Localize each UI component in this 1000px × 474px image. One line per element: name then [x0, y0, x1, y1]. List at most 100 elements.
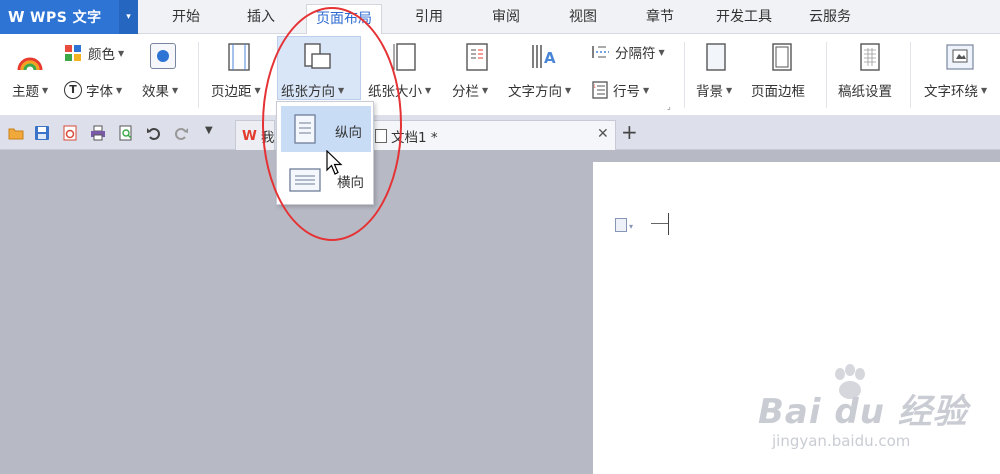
effects-icon[interactable]	[150, 43, 176, 69]
text-direction-label: 文字方向	[508, 84, 562, 100]
orientation-portrait-item[interactable]: 纵向	[281, 106, 371, 152]
baidu-watermark: Bai du 经验 jingyan.baidu.com	[758, 364, 988, 464]
mouse-cursor-icon	[326, 149, 344, 176]
text-wrap-label: 文字环绕	[924, 84, 978, 100]
tab-review[interactable]: 审阅	[477, 0, 535, 34]
open-folder-icon[interactable]	[8, 125, 24, 141]
print-preview-icon[interactable]	[118, 125, 134, 141]
margins-button[interactable]: 页边距 ▼	[211, 80, 261, 100]
quick-access-dropdown-icon[interactable]: ▼	[205, 125, 219, 141]
manuscript-label: 稿纸设置	[838, 84, 892, 100]
ribbon-toolbar: 主题 ▼ 颜色 ▼ T 字体 ▼ 效果 ▼ 页边距 ▼ 纸张方向 ▼ 纸张大小 ▼	[0, 34, 1000, 116]
paper-size-label: 纸张大小	[368, 84, 422, 100]
columns-icon[interactable]	[465, 42, 489, 72]
app-name: WPS 文字	[30, 10, 102, 26]
page-setup-launcher-icon[interactable]: ⌟	[667, 102, 671, 111]
app-menu-dropdown-icon[interactable]: ▾	[119, 0, 138, 34]
breaks-button[interactable]: 分隔符 ▼	[591, 42, 665, 62]
ribbon-separator	[684, 42, 685, 108]
ribbon-separator	[826, 42, 827, 108]
tab-wps-home[interactable]: W 我	[235, 120, 275, 150]
chevron-down-icon: ▼	[425, 85, 432, 95]
save-icon[interactable]	[34, 125, 50, 141]
effects-label: 效果	[142, 84, 169, 100]
theme-label: 主题	[12, 84, 39, 100]
orientation-label: 纸张方向	[281, 84, 335, 100]
font-label: 字体	[86, 84, 113, 100]
undo-icon[interactable]	[146, 125, 162, 141]
page-border-icon[interactable]	[770, 42, 794, 72]
text-wrap-button[interactable]: 文字环绕 ▼	[924, 80, 987, 100]
tab-document1[interactable]: 文档1 * ✕	[370, 120, 616, 150]
line-numbers-label: 行号	[613, 84, 640, 100]
theme-button[interactable]: 主题 ▼	[12, 80, 48, 100]
quick-access-and-tabs-bar: ▼ W 我 文档1 * ✕ +	[0, 116, 1000, 150]
close-tab-icon[interactable]: ✕	[597, 126, 609, 142]
tab-wps-home-label: 我	[260, 129, 275, 146]
chevron-down-icon: ▼	[658, 47, 665, 57]
text-direction-button[interactable]: 文字方向 ▼	[508, 80, 571, 100]
portrait-label: 纵向	[335, 125, 362, 141]
tab-chapter[interactable]: 章节	[631, 0, 689, 34]
background-icon[interactable]	[704, 42, 728, 72]
tab-developer[interactable]: 开发工具	[705, 0, 783, 34]
paste-options-icon[interactable]	[615, 218, 627, 232]
document-icon	[375, 128, 387, 143]
manuscript-button[interactable]: 稿纸设置	[838, 80, 892, 100]
font-button[interactable]: T 字体 ▼	[64, 80, 122, 100]
chevron-down-icon: ▼	[338, 85, 345, 95]
theme-rainbow-icon[interactable]	[16, 46, 44, 72]
new-tab-plus-icon[interactable]: +	[621, 121, 638, 143]
columns-button[interactable]: 分栏 ▼	[452, 80, 488, 100]
orientation-icon[interactable]	[302, 42, 332, 72]
chevron-down-icon: ▼	[172, 85, 179, 95]
app-menu-button[interactable]: W WPS 文字	[0, 0, 138, 34]
ribbon-separator	[198, 42, 199, 108]
page-border-button[interactable]: 页面边框	[751, 80, 805, 100]
tab-cloud[interactable]: 云服务	[798, 0, 862, 34]
tab-document1-label: 文档1 *	[391, 129, 438, 146]
color-grid-icon	[64, 44, 82, 62]
wps-home-icon: W	[242, 127, 257, 144]
chevron-down-icon: ▼	[118, 48, 125, 58]
ribbon-separator	[910, 42, 911, 108]
color-button[interactable]: 颜色 ▼	[64, 43, 124, 63]
text-direction-icon[interactable]: A	[530, 42, 560, 72]
page-border-label: 页面边框	[751, 84, 805, 100]
chevron-down-icon: ▼	[565, 85, 572, 95]
tab-home[interactable]: 开始	[157, 0, 215, 34]
effects-circle-icon	[157, 50, 169, 62]
background-label: 背景	[696, 84, 723, 100]
chevron-down-icon: ▼	[116, 85, 123, 95]
chevron-down-icon: ▼	[726, 85, 733, 95]
chevron-down-icon: ▼	[482, 85, 489, 95]
paper-size-button[interactable]: 纸张大小 ▼	[368, 80, 431, 100]
paste-options-chevron-icon[interactable]: ▾	[629, 222, 633, 231]
margins-icon[interactable]	[227, 42, 251, 72]
paper-size-icon[interactable]	[393, 42, 417, 72]
background-button[interactable]: 背景 ▼	[696, 80, 732, 100]
line-numbers-icon: 1	[591, 81, 609, 99]
text-wrap-icon[interactable]	[946, 44, 974, 70]
chevron-down-icon: ▼	[643, 85, 650, 95]
portrait-page-icon	[293, 114, 317, 144]
print-icon[interactable]	[90, 125, 106, 141]
orientation-button[interactable]: 纸张方向 ▼	[281, 80, 344, 100]
tab-insert[interactable]: 插入	[232, 0, 290, 34]
effects-button[interactable]: 效果 ▼	[142, 80, 178, 100]
export-pdf-icon[interactable]	[62, 125, 78, 141]
baidu-brand-text: Bai du 经验	[758, 392, 968, 432]
chevron-down-icon: ▼	[981, 85, 988, 95]
menu-bar: W WPS 文字 ▾ 开始 插入 页面布局 引用 审阅 视图 章节 开发工具 云…	[0, 0, 1000, 35]
tab-view[interactable]: 视图	[554, 0, 612, 34]
manuscript-icon[interactable]	[858, 42, 882, 72]
chevron-down-icon: ▼	[254, 85, 261, 95]
redo-icon[interactable]	[173, 125, 189, 141]
line-numbers-button[interactable]: 1 行号 ▼	[591, 80, 649, 100]
chevron-down-icon: ▼	[42, 85, 49, 95]
orientation-dropdown-menu: 纵向 横向	[276, 101, 374, 205]
tab-page-layout[interactable]: 页面布局	[306, 4, 382, 35]
tab-references[interactable]: 引用	[400, 0, 458, 34]
margins-label: 页边距	[211, 84, 252, 100]
font-t-icon: T	[64, 81, 82, 99]
